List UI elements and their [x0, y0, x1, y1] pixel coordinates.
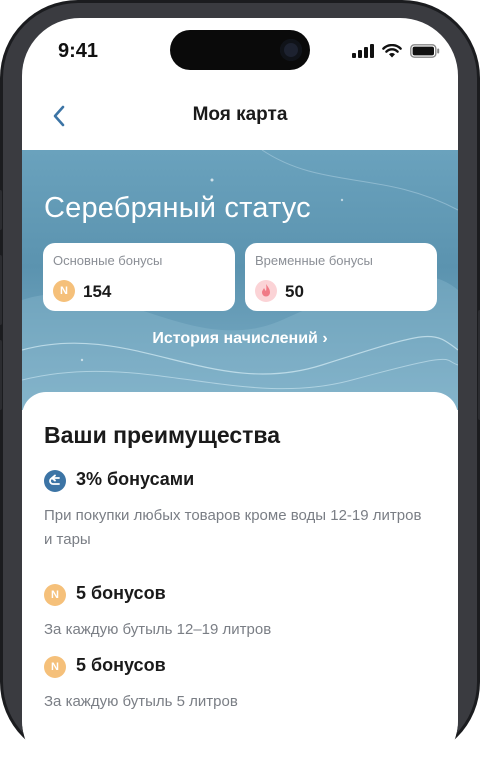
navbar: Моя карта — [22, 94, 458, 138]
status-bar: 9:41 — [22, 18, 458, 82]
screen: 9:41 Моя карта Серебряный статус Основны… — [22, 18, 458, 778]
benefit-desc: При покупки любых товаров кроме воды 12-… — [44, 507, 422, 548]
history-link[interactable]: История начислений › — [22, 330, 458, 348]
benefits-panel: Ваши преимущества 3% бонусами При покупк… — [22, 392, 458, 778]
camera-icon — [280, 39, 302, 61]
benefit-title: 5 бонусов — [76, 655, 166, 675]
side-button-left-3 — [0, 340, 2, 410]
benefit-desc: За каждую бутыль 5 литров — [44, 693, 238, 710]
status-icons — [352, 44, 440, 58]
benefit-title: 5 бонусов — [76, 583, 166, 603]
status-hero: Серебряный статус Основные бонусы N 154 … — [22, 150, 458, 410]
status-title: Серебряный статус — [44, 192, 311, 224]
coin-icon: N — [44, 584, 66, 606]
fire-icon — [255, 280, 277, 302]
benefits-title: Ваши преимущества — [44, 422, 281, 448]
return-arrow-icon — [44, 470, 66, 492]
benefit-desc: За каждую бутыль 12–19 литров — [44, 621, 272, 638]
coin-icon: N — [53, 280, 75, 302]
page-title: Моя карта — [192, 104, 288, 125]
main-bonus-value: 154 — [83, 282, 112, 301]
dynamic-island — [170, 30, 310, 70]
benefit-title: 3% бонусами — [76, 469, 195, 489]
side-button-left-1 — [0, 190, 2, 230]
wifi-icon — [382, 44, 402, 58]
temp-bonus-card[interactable]: Временные бонусы 50 — [245, 243, 437, 311]
temp-bonus-label: Временные бонусы — [255, 253, 373, 268]
signal-icon — [352, 44, 374, 58]
status-time: 9:41 — [58, 40, 99, 62]
main-bonus-card[interactable]: Основные бонусы N 154 — [43, 243, 235, 311]
main-bonus-label: Основные бонусы — [53, 253, 163, 268]
temp-bonus-value: 50 — [285, 282, 304, 301]
coin-icon: N — [44, 656, 66, 678]
battery-icon — [410, 44, 440, 58]
side-button-left-2 — [0, 255, 2, 325]
